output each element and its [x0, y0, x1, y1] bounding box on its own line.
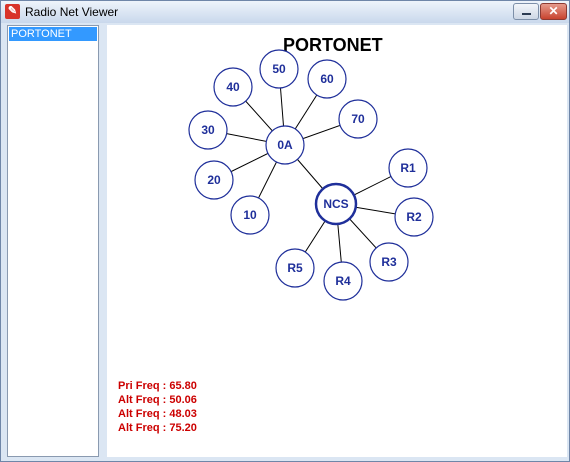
node-20-label: 20	[207, 173, 221, 187]
network-canvas: PORTONET 50 60 40 70 30 20 10 0A NCS R1 …	[107, 25, 567, 457]
minimize-button[interactable]	[513, 3, 539, 20]
node-r5[interactable]: R5	[275, 248, 315, 288]
node-70-label: 70	[351, 112, 365, 126]
node-ncs-label: NCS	[323, 197, 348, 211]
node-0a[interactable]: 0A	[265, 125, 305, 165]
node-r2-label: R2	[406, 210, 422, 224]
node-10[interactable]: 10	[230, 195, 270, 235]
node-40[interactable]: 40	[213, 67, 253, 107]
node-10-label: 10	[243, 208, 257, 222]
bottom-border	[1, 457, 569, 461]
node-r1[interactable]: R1	[388, 148, 428, 188]
network-diagram: 50 60 40 70 30 20 10 0A NCS R1 R2 R3 R4 …	[188, 49, 434, 301]
node-ncs[interactable]: NCS	[314, 182, 358, 226]
alt-frequency-3: Alt Freq : 75.20	[118, 422, 197, 434]
node-r2[interactable]: R2	[394, 197, 434, 237]
net-list[interactable]: PORTONET	[7, 25, 99, 457]
title-bar[interactable]: ✎ Radio Net Viewer ✕	[1, 1, 569, 23]
node-70[interactable]: 70	[338, 99, 378, 139]
node-30[interactable]: 30	[188, 110, 228, 150]
app-icon: ✎	[5, 4, 20, 19]
net-list-item-portonet[interactable]: PORTONET	[9, 27, 97, 41]
node-r3[interactable]: R3	[369, 242, 409, 282]
node-50[interactable]: 50	[259, 49, 299, 89]
node-40-label: 40	[226, 80, 240, 94]
alt-frequency-2: Alt Freq : 48.03	[118, 408, 197, 420]
node-30-label: 30	[201, 123, 215, 137]
alt-frequency-1: Alt Freq : 50.06	[118, 394, 197, 406]
minimize-icon	[522, 13, 531, 15]
node-20[interactable]: 20	[194, 160, 234, 200]
close-icon: ✕	[548, 4, 559, 18]
node-r1-label: R1	[400, 161, 416, 175]
node-r4[interactable]: R4	[323, 261, 363, 301]
node-50-label: 50	[272, 62, 286, 76]
node-60-label: 60	[320, 72, 334, 86]
window-title: Radio Net Viewer	[25, 5, 119, 19]
node-60[interactable]: 60	[307, 59, 347, 99]
close-button[interactable]: ✕	[540, 3, 567, 20]
node-r5-label: R5	[287, 261, 303, 275]
node-r3-label: R3	[381, 255, 397, 269]
node-0a-label: 0A	[277, 138, 293, 152]
app-window: ✎ Radio Net Viewer ✕ PORTONET PORTONET 5…	[0, 0, 570, 462]
primary-frequency: Pri Freq : 65.80	[118, 380, 197, 392]
node-r4-label: R4	[335, 274, 351, 288]
